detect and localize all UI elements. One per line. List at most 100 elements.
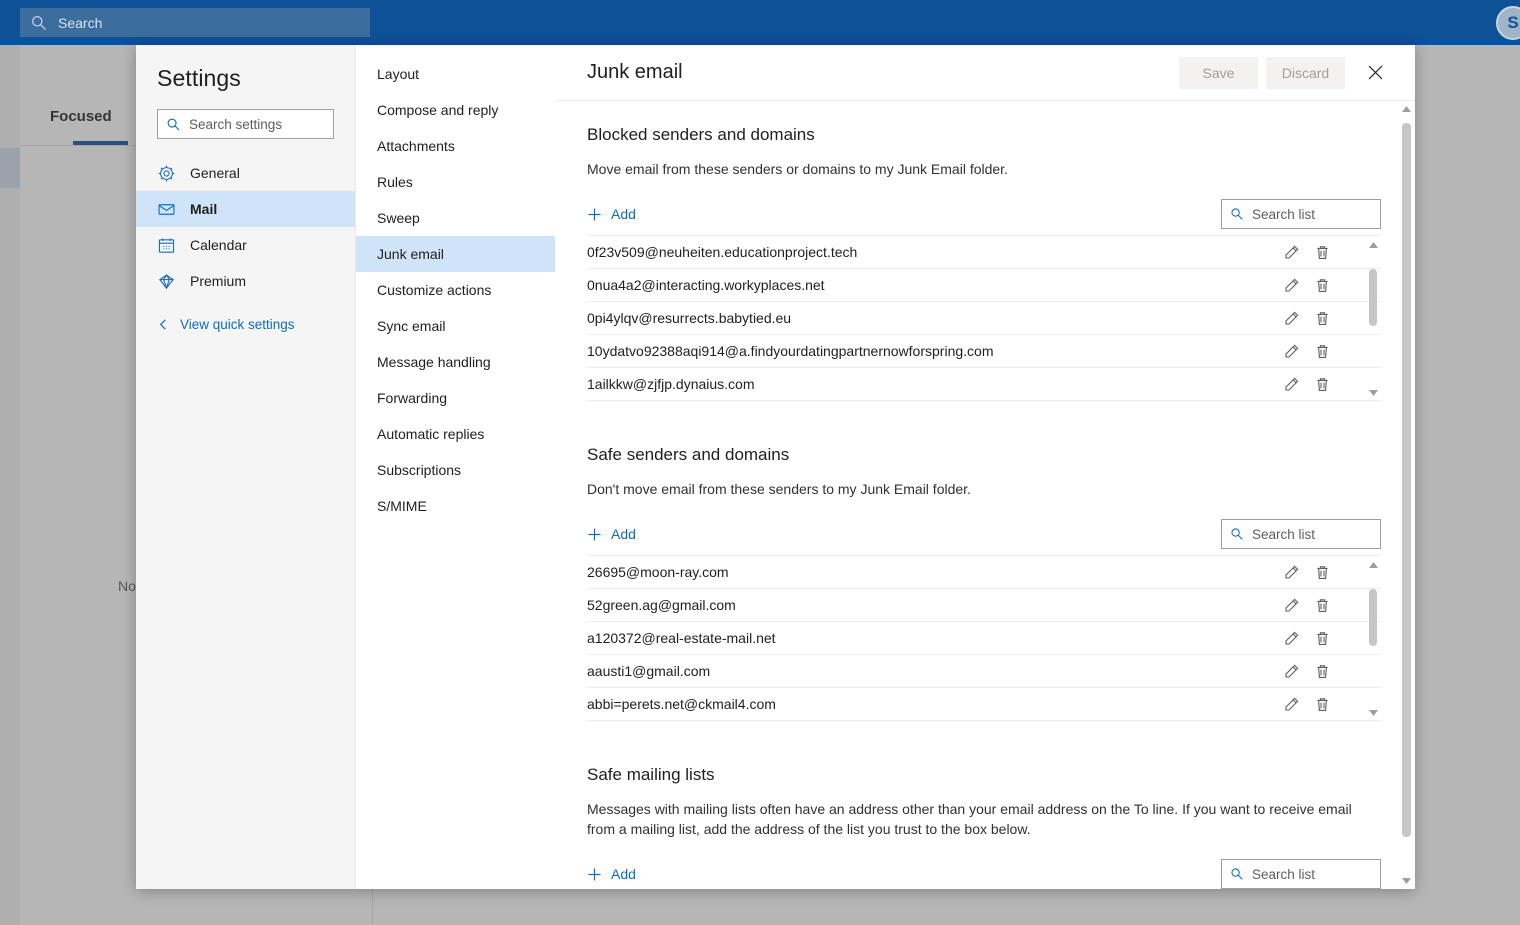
trash-icon[interactable]	[1314, 310, 1331, 327]
list-item[interactable]: 52green.ag@gmail.com	[587, 589, 1381, 622]
subnav-item-sync-email[interactable]: Sync email	[356, 308, 555, 344]
safe-senders-list-scrollbar[interactable]	[1365, 556, 1381, 721]
add-safe-mailing-list-button[interactable]: Add	[587, 866, 636, 882]
settings-search-input[interactable]: Search settings	[157, 109, 334, 139]
subnav-item-label: Automatic replies	[377, 426, 485, 442]
list-item[interactable]: 0pi4ylqv@resurrects.babytied.eu	[587, 302, 1381, 335]
subnav-item-label: Layout	[377, 66, 420, 82]
row-actions	[1283, 696, 1331, 713]
subnav-item-layout[interactable]: Layout	[356, 56, 555, 92]
subnav-item-sweep[interactable]: Sweep	[356, 200, 555, 236]
row-actions	[1283, 376, 1331, 393]
trash-icon[interactable]	[1314, 630, 1331, 647]
sidebar-item-premium[interactable]: Premium	[136, 263, 355, 299]
subnav-item-rules[interactable]: Rules	[356, 164, 555, 200]
row-actions	[1283, 564, 1331, 581]
content-scroll-area: Blocked senders and domains Move email f…	[555, 101, 1415, 889]
scroll-up-icon[interactable]	[1368, 236, 1378, 253]
pencil-icon[interactable]	[1283, 564, 1300, 581]
trash-icon[interactable]	[1314, 597, 1331, 614]
trash-icon[interactable]	[1314, 564, 1331, 581]
list-item[interactable]: 10ydatvo92388aqi914@a.findyourdatingpart…	[587, 335, 1381, 368]
view-quick-settings-link[interactable]: View quick settings	[136, 309, 355, 339]
scroll-up-icon[interactable]	[1368, 556, 1378, 573]
blocked-list-scrollbar[interactable]	[1365, 236, 1381, 401]
subnav-item-attachments[interactable]: Attachments	[356, 128, 555, 164]
scrollbar-track[interactable]	[1365, 253, 1381, 384]
scrollbar-thumb[interactable]	[1369, 268, 1377, 327]
list-item[interactable]: abbi=perets.net@ckmail4.com	[587, 688, 1381, 721]
plus-icon	[587, 527, 602, 542]
blocked-sender-address: 10ydatvo92388aqi914@a.findyourdatingpart…	[587, 343, 994, 359]
list-item[interactable]: 0nua4a2@interacting.workyplaces.net	[587, 269, 1381, 302]
trash-icon[interactable]	[1314, 244, 1331, 261]
safe-mailing-lists-search-input[interactable]: Search list	[1221, 859, 1381, 889]
scroll-down-icon[interactable]	[1368, 704, 1378, 721]
subnav-item-subscriptions[interactable]: Subscriptions	[356, 452, 555, 488]
add-button-label: Add	[611, 206, 636, 222]
list-item[interactable]: 26695@moon-ray.com	[587, 556, 1381, 589]
content-scrollbar[interactable]	[1398, 101, 1415, 889]
scroll-down-icon[interactable]	[1368, 384, 1378, 401]
subnav-item-customize-actions[interactable]: Customize actions	[356, 272, 555, 308]
safe-senders-list-search-placeholder: Search list	[1252, 526, 1316, 542]
pencil-icon[interactable]	[1283, 630, 1300, 647]
pencil-icon[interactable]	[1283, 663, 1300, 680]
sidebar-item-label: Calendar	[190, 237, 247, 253]
discard-button[interactable]: Discard	[1266, 56, 1345, 89]
trash-icon[interactable]	[1314, 277, 1331, 294]
section-description: Messages with mailing lists often have a…	[587, 801, 1352, 837]
pencil-icon[interactable]	[1283, 277, 1300, 294]
sidebar-item-mail[interactable]: Mail	[136, 191, 355, 227]
add-safe-sender-button[interactable]: Add	[587, 526, 636, 542]
row-actions	[1283, 244, 1331, 261]
trash-icon[interactable]	[1314, 343, 1331, 360]
pencil-icon[interactable]	[1283, 244, 1300, 261]
safe-senders-list-search-input[interactable]: Search list	[1221, 519, 1381, 549]
list-item[interactable]: aausti1@gmail.com	[587, 655, 1381, 688]
add-blocked-sender-button[interactable]: Add	[587, 206, 636, 222]
settings-nav-pane: Settings Search settings General Mail Ca…	[136, 45, 355, 889]
gear-icon	[157, 164, 176, 183]
trash-icon[interactable]	[1314, 663, 1331, 680]
subnav-item-label: Junk email	[377, 246, 444, 262]
pencil-icon[interactable]	[1283, 376, 1300, 393]
safe-sender-address: abbi=perets.net@ckmail4.com	[587, 696, 776, 712]
pencil-icon[interactable]	[1283, 597, 1300, 614]
pencil-icon[interactable]	[1283, 343, 1300, 360]
scrollbar-thumb[interactable]	[1402, 123, 1411, 837]
pencil-icon[interactable]	[1283, 310, 1300, 327]
save-button[interactable]: Save	[1179, 56, 1258, 89]
scroll-up-icon[interactable]	[1402, 101, 1411, 117]
blocked-list-search-input[interactable]: Search list	[1221, 199, 1381, 229]
scrollbar-track[interactable]	[1365, 573, 1381, 704]
subnav-item-junk-email[interactable]: Junk email	[356, 236, 555, 272]
subnav-item-automatic-replies[interactable]: Automatic replies	[356, 416, 555, 452]
calendar-icon	[157, 236, 176, 255]
scrollbar-thumb[interactable]	[1369, 588, 1377, 647]
sidebar-item-general[interactable]: General	[136, 155, 355, 191]
row-actions	[1283, 630, 1331, 647]
list-item[interactable]: 1ailkkw@zjfjp.dynaius.com	[587, 368, 1381, 401]
subnav-item-label: Forwarding	[377, 390, 448, 406]
avatar[interactable]: S	[1496, 6, 1520, 40]
subnav-item-label: Rules	[377, 174, 413, 190]
pencil-icon[interactable]	[1283, 696, 1300, 713]
trash-icon[interactable]	[1314, 376, 1331, 393]
close-button[interactable]	[1357, 57, 1393, 89]
scrollbar-track[interactable]	[1398, 117, 1415, 873]
subnav-item-compose-and-reply[interactable]: Compose and reply	[356, 92, 555, 128]
blocked-sender-address: 0f23v509@neuheiten.educationproject.tech	[587, 244, 858, 260]
global-search-input[interactable]: Search	[20, 8, 370, 37]
trash-icon[interactable]	[1314, 696, 1331, 713]
subnav-item-label: Message handling	[377, 354, 491, 370]
safe-mailing-lists-search-placeholder: Search list	[1252, 866, 1316, 882]
list-item[interactable]: 0f23v509@neuheiten.educationproject.tech	[587, 236, 1381, 269]
row-actions	[1283, 277, 1331, 294]
subnav-item-smime[interactable]: S/MIME	[356, 488, 555, 524]
list-item[interactable]: a120372@real-estate-mail.net	[587, 622, 1381, 655]
scroll-down-icon[interactable]	[1402, 873, 1411, 889]
subnav-item-message-handling[interactable]: Message handling	[356, 344, 555, 380]
sidebar-item-calendar[interactable]: Calendar	[136, 227, 355, 263]
subnav-item-forwarding[interactable]: Forwarding	[356, 380, 555, 416]
